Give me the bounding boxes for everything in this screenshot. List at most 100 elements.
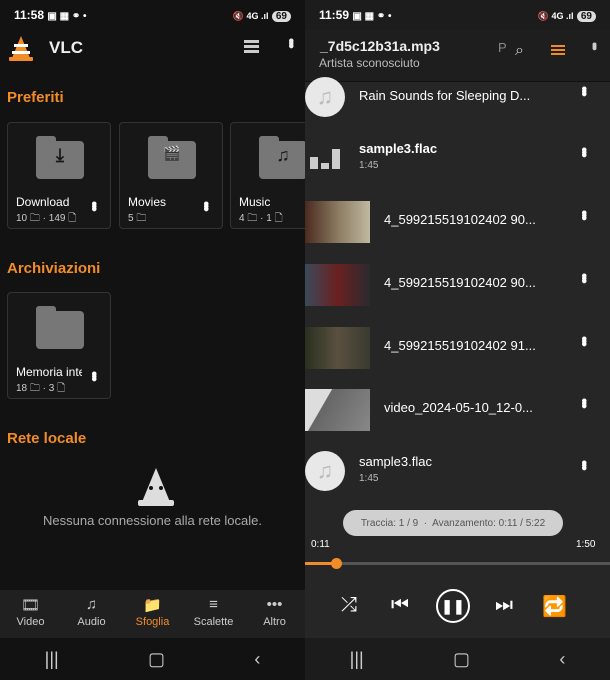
clock: 11:58 [14, 8, 45, 22]
nav-label: Audio [77, 616, 106, 628]
item-menu-icon[interactable]: ••• [574, 210, 592, 218]
total-duration: 1:50 [576, 539, 596, 550]
item-title: Rain Sounds for Sleeping D... [359, 88, 531, 103]
nav-video[interactable]: 🎞 Video [1, 590, 61, 638]
recents-icon[interactable]: ||| [350, 649, 364, 670]
shuffle-button[interactable]: ⤮ [341, 594, 357, 617]
signal-icons: 🔇 4G .ıl [537, 11, 574, 21]
recents-icon[interactable]: ||| [45, 649, 59, 670]
status-bar: 11:59 ▣ ▦ ⚭ • 🔇 4G .ıl 69 [305, 0, 610, 30]
card-meta: 18 🗀 · 3 🗋 [16, 383, 66, 394]
nav-label: Altro [263, 616, 286, 628]
item-menu-icon[interactable]: ••• [574, 398, 592, 406]
nav-label: Video [16, 616, 45, 628]
card-meta: 5 🗀 [128, 213, 147, 224]
audio-artwork-icon: ♫ [305, 451, 345, 491]
card-menu-icon[interactable]: ••• [84, 201, 102, 209]
vlc-player-screen: 11:59 ▣ ▦ ⚭ • 🔇 4G .ıl 69 _7d5c12b31a.mp… [305, 0, 610, 680]
folder-icon [36, 306, 84, 349]
nav-browse[interactable]: 📁 Sfoglia [123, 590, 183, 638]
playlist-item[interactable]: sample3.flac 1:45 ••• [305, 127, 610, 189]
card-name: Movies [128, 195, 167, 209]
playlist-item[interactable]: 4_599215519102402 91... ••• [305, 316, 610, 378]
vlc-cone-logo [8, 34, 34, 62]
home-icon[interactable]: ▢ [148, 649, 165, 670]
video-thumbnail [305, 327, 370, 369]
nav-audio[interactable]: ♫ Audio [62, 590, 122, 638]
section-storage: Archiviazioni [7, 260, 101, 277]
storage-card-internal[interactable]: Memoria interna 18 🗀 · 3 🗋 ••• [7, 292, 111, 399]
status-bar: 11:58 ▣ ▦ ⚭ • 🔇 4G .ıl 69 [0, 0, 305, 30]
playlist-item[interactable]: video_2024-05-10_12-0... ••• [305, 378, 610, 440]
nav-label: Sfoglia [135, 616, 170, 628]
item-menu-icon[interactable]: ••• [574, 147, 592, 155]
item-duration: 1:45 [359, 473, 379, 484]
video-thumbnail [305, 389, 370, 431]
nav-playlists[interactable]: ≡ Scalette [184, 590, 244, 638]
system-nav-bar: ||| ▢ ‹ [0, 638, 305, 680]
playlist-item[interactable]: 4_599215519102402 90... ••• [305, 190, 610, 252]
vlc-browse-screen: 11:58 ▣ ▦ ⚭ • 🔇 4G .ıl 69 VLC ••• Prefer… [0, 0, 305, 680]
clapper-icon: 🎬 [163, 145, 181, 161]
section-local-network: Rete locale [7, 430, 87, 447]
video-thumbnail [305, 201, 370, 243]
item-title: sample3.flac [359, 141, 438, 156]
video-icon: 🎞 [20, 597, 41, 614]
item-title: sample3.flac [359, 454, 432, 469]
card-name: Download [16, 195, 70, 209]
more-options-icon[interactable]: ••• [281, 38, 299, 46]
previous-button[interactable]: ⏮ [391, 594, 409, 617]
section-favorites: Preferiti [7, 89, 64, 106]
item-title: 4_599215519102402 90... [384, 275, 536, 290]
elapsed-time: 0:11 [311, 539, 330, 550]
list-view-icon[interactable] [244, 40, 259, 54]
now-playing-bars-icon [310, 147, 340, 169]
card-meta: 10 🗀 · 149 🗋 [16, 213, 77, 224]
folder-icon: 📁 [143, 597, 162, 614]
seek-handle[interactable] [330, 558, 342, 569]
favorite-card-movies[interactable]: 🎬 Movies 5 🗀 ••• [119, 122, 223, 229]
playlist-item[interactable]: ♫ Rain Sounds for Sleeping D... ••• [305, 66, 610, 128]
card-meta: 4 🗀 · 1 🗋 [239, 213, 283, 224]
item-menu-icon[interactable]: ••• [574, 460, 592, 468]
music-note-icon: ♫ [276, 145, 290, 165]
back-icon[interactable]: ‹ [559, 649, 565, 670]
bottom-navigation: 🎞 Video ♫ Audio 📁 Sfoglia ≡ Scalette ••• Altr… [0, 590, 305, 638]
home-icon[interactable]: ▢ [453, 649, 470, 670]
card-name: Memoria interna [16, 365, 82, 379]
playlist-item[interactable]: ♫ sample3.flac 1:45 ••• [305, 440, 610, 502]
seek-bar[interactable] [305, 558, 610, 569]
item-title: 4_599215519102402 90... [384, 212, 536, 227]
favorite-card-download[interactable]: ⤓ Download 10 🗀 · 149 🗋 ••• [7, 122, 111, 229]
notification-icons: ▣ ▦ ⚭ • [352, 11, 392, 22]
playlist-icon: ≡ [209, 596, 218, 613]
card-menu-icon[interactable]: ••• [84, 371, 102, 379]
battery-icon: 69 [576, 11, 596, 22]
card-menu-icon[interactable]: ••• [196, 201, 214, 209]
notification-icons: ▣ ▦ ⚭ • [47, 11, 87, 22]
app-title: VLC [49, 38, 83, 57]
item-title: 4_599215519102402 91... [384, 338, 536, 353]
card-name: Music [239, 195, 271, 209]
audio-artwork-icon: ♫ [305, 77, 345, 117]
item-menu-icon[interactable]: ••• [574, 336, 592, 344]
more-icon: ••• [266, 596, 283, 613]
back-icon[interactable]: ‹ [254, 649, 260, 670]
download-icon: ⤓ [56, 145, 64, 165]
item-menu-icon[interactable]: ••• [574, 86, 592, 94]
signal-icons: 🔇 4G .ıl [232, 11, 269, 21]
clock: 11:59 [319, 8, 350, 22]
next-button[interactable]: ⏭ [495, 594, 513, 617]
pause-button[interactable]: ❚❚ [436, 589, 470, 623]
favorite-card-music[interactable]: ♫ Music 4 🗀 · 1 🗋 [230, 122, 305, 229]
queue-icon[interactable] [551, 45, 565, 57]
item-menu-icon[interactable]: ••• [574, 273, 592, 281]
search-icon[interactable]: ⌕ [515, 42, 524, 60]
system-nav-bar: ||| ▢ ‹ [305, 638, 610, 680]
repeat-button[interactable]: 🔁 [542, 594, 567, 619]
more-options-icon[interactable]: ••• [587, 42, 603, 48]
nav-more[interactable]: ••• Altro [245, 590, 305, 638]
battery-icon: 69 [271, 11, 291, 22]
playlist-item[interactable]: 4_599215519102402 90... ••• [305, 253, 610, 315]
track-info-pill: Traccia: 1 / 9 · Avanzamento: 0:11 / 5:2… [343, 510, 563, 536]
